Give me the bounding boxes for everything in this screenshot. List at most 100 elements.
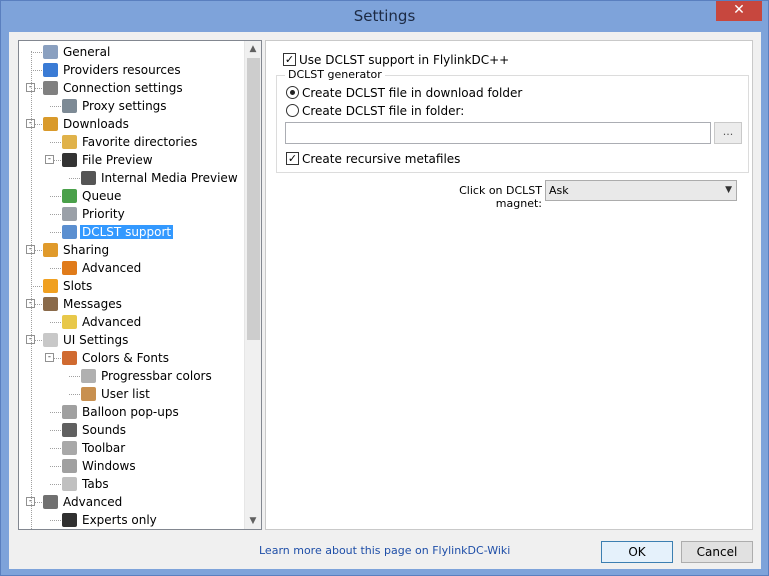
- tree-item-label: Proxy settings: [82, 99, 167, 113]
- tree-item-label: Connection settings: [63, 81, 183, 95]
- windows-icon: [62, 459, 77, 473]
- tree-item-advanced[interactable]: Advanced: [43, 493, 124, 511]
- title-bar[interactable]: Settings ✕: [1, 1, 768, 32]
- tree-item-connection-settings[interactable]: Connection settings: [43, 79, 185, 97]
- tree-item-sharing[interactable]: Sharing: [43, 241, 111, 259]
- tree-item-toolbar[interactable]: Toolbar: [62, 439, 127, 457]
- folder-path-input[interactable]: [285, 122, 711, 144]
- use-dclst-check-icon[interactable]: ✓: [283, 53, 296, 66]
- progressbar-icon: [81, 369, 96, 383]
- wiki-link[interactable]: Learn more about this page on FlylinkDC-…: [259, 544, 510, 557]
- tree-item-label: Priority: [82, 207, 125, 221]
- toolbar-icon: [62, 441, 77, 455]
- tree-item-advanced[interactable]: Advanced: [62, 259, 143, 277]
- tree-item-priority[interactable]: Priority: [62, 205, 127, 223]
- tree-item-label: Providers resources: [63, 63, 181, 77]
- collapse-icon[interactable]: -: [45, 353, 54, 362]
- radio-download-folder[interactable]: Create DCLST file in download folder: [286, 85, 522, 101]
- tree-item-label: User list: [101, 387, 150, 401]
- recursive-check-icon[interactable]: ✓: [286, 152, 299, 165]
- collapse-icon[interactable]: -: [45, 155, 54, 164]
- tree-item-queue[interactable]: Queue: [62, 187, 123, 205]
- tree-item-slots[interactable]: Slots: [43, 277, 94, 295]
- browse-button[interactable]: ...: [714, 122, 742, 144]
- tree-item-ui-settings[interactable]: UI Settings: [43, 331, 130, 349]
- proxy-icon: [62, 99, 77, 113]
- tree-item-messages[interactable]: Messages: [43, 295, 124, 313]
- magnet-selected-value: Ask: [549, 184, 569, 197]
- tree-item-colors-fonts[interactable]: Colors & Fonts: [62, 349, 171, 367]
- cancel-button[interactable]: Cancel: [681, 541, 753, 563]
- radio-download-folder-icon[interactable]: [286, 86, 299, 99]
- sharing-icon: [43, 243, 58, 257]
- tree-item-balloon-pop-ups[interactable]: Balloon pop-ups: [62, 403, 181, 421]
- close-icon: ✕: [733, 2, 745, 18]
- priority-icon: [62, 207, 77, 221]
- tree-connector: [50, 484, 61, 485]
- sounds-icon: [62, 423, 77, 437]
- slots-icon: [43, 279, 58, 293]
- messages-icon: [43, 297, 58, 311]
- tree-connector: [50, 412, 61, 413]
- dialog-client-area: ▲ ▼ General Providers resources Connection…: [9, 32, 761, 569]
- scroll-thumb[interactable]: [247, 58, 260, 340]
- tree-item-experts-only[interactable]: Experts only: [62, 511, 159, 529]
- tree-connector: [50, 448, 61, 449]
- ui-settings-icon: [43, 333, 58, 347]
- media-preview-icon: [81, 171, 96, 185]
- tree-item-advanced[interactable]: Advanced: [62, 313, 143, 331]
- close-button[interactable]: ✕: [716, 1, 762, 21]
- recursive-label: Create recursive metafiles: [302, 152, 461, 166]
- tree-connector: [50, 142, 61, 143]
- tree-item-sounds[interactable]: Sounds: [62, 421, 128, 439]
- tree-connector: [50, 106, 61, 107]
- tree-connector: [50, 232, 61, 233]
- sharing-advanced-icon: [62, 261, 77, 275]
- tree-item-providers-resources[interactable]: Providers resources: [43, 61, 183, 79]
- tree-item-user-list[interactable]: User list: [81, 385, 152, 403]
- tree-connector: [69, 376, 80, 377]
- tree-connector: [31, 52, 42, 53]
- tree-item-dclst-support[interactable]: DCLST support: [62, 223, 174, 241]
- settings-window: Settings ✕ ▲ ▼ General Providers resource…: [0, 0, 769, 576]
- tree-item-label: Advanced: [82, 315, 142, 329]
- tree-connector: [50, 322, 61, 323]
- scroll-up-icon[interactable]: ▲: [245, 41, 261, 57]
- tree-item-progressbar-colors[interactable]: Progressbar colors: [81, 367, 214, 385]
- tree-item-label: Messages: [63, 297, 122, 311]
- messages-advanced-icon: [62, 315, 77, 329]
- use-dclst-checkbox[interactable]: ✓ Use DCLST support in FlylinkDC++: [283, 52, 509, 68]
- tree-item-label: DCLST support: [80, 225, 174, 239]
- balloon-icon: [62, 405, 77, 419]
- file-preview-icon: [62, 153, 77, 167]
- tree-item-general[interactable]: General: [43, 43, 112, 61]
- favorite-dirs-icon: [62, 135, 77, 149]
- dclst-settings-panel: ✓ Use DCLST support in FlylinkDC++ DCLST …: [265, 40, 753, 530]
- tree-item-windows[interactable]: Windows: [62, 457, 138, 475]
- tree-item-favorite-directories[interactable]: Favorite directories: [62, 133, 199, 151]
- tree-item-label: Windows: [82, 459, 136, 473]
- experts-icon: [62, 513, 77, 527]
- tree-item-internal-media-preview[interactable]: Internal Media Preview: [81, 169, 240, 187]
- settings-tree[interactable]: ▲ ▼ General Providers resources Connection…: [18, 40, 262, 530]
- tree-item-label: Sounds: [82, 423, 127, 437]
- tree-scrollbar[interactable]: ▲ ▼: [244, 41, 261, 529]
- use-dclst-label: Use DCLST support in FlylinkDC++: [299, 53, 510, 67]
- tree-item-proxy-settings[interactable]: Proxy settings: [62, 97, 169, 115]
- radio-custom-folder[interactable]: Create DCLST file in folder:: [286, 103, 464, 119]
- recursive-checkbox[interactable]: ✓ Create recursive metafiles: [286, 151, 460, 167]
- radio-custom-folder-icon[interactable]: [286, 104, 299, 117]
- tree-item-tabs[interactable]: Tabs: [62, 475, 111, 493]
- magnet-action-select[interactable]: Ask ▼: [545, 180, 737, 201]
- tree-item-file-preview[interactable]: File Preview: [62, 151, 155, 169]
- providers-icon: [43, 63, 58, 77]
- ok-button[interactable]: OK: [601, 541, 673, 563]
- tree-connector: [31, 70, 42, 71]
- scroll-down-icon[interactable]: ▼: [245, 513, 261, 529]
- tree-item-label: Advanced: [82, 261, 142, 275]
- tree-connector: [69, 394, 80, 395]
- tree-item-downloads[interactable]: Downloads: [43, 115, 131, 133]
- tree-connector: [69, 178, 80, 179]
- group-title: DCLST generator: [285, 68, 385, 81]
- tree-item-label: Advanced: [63, 495, 123, 509]
